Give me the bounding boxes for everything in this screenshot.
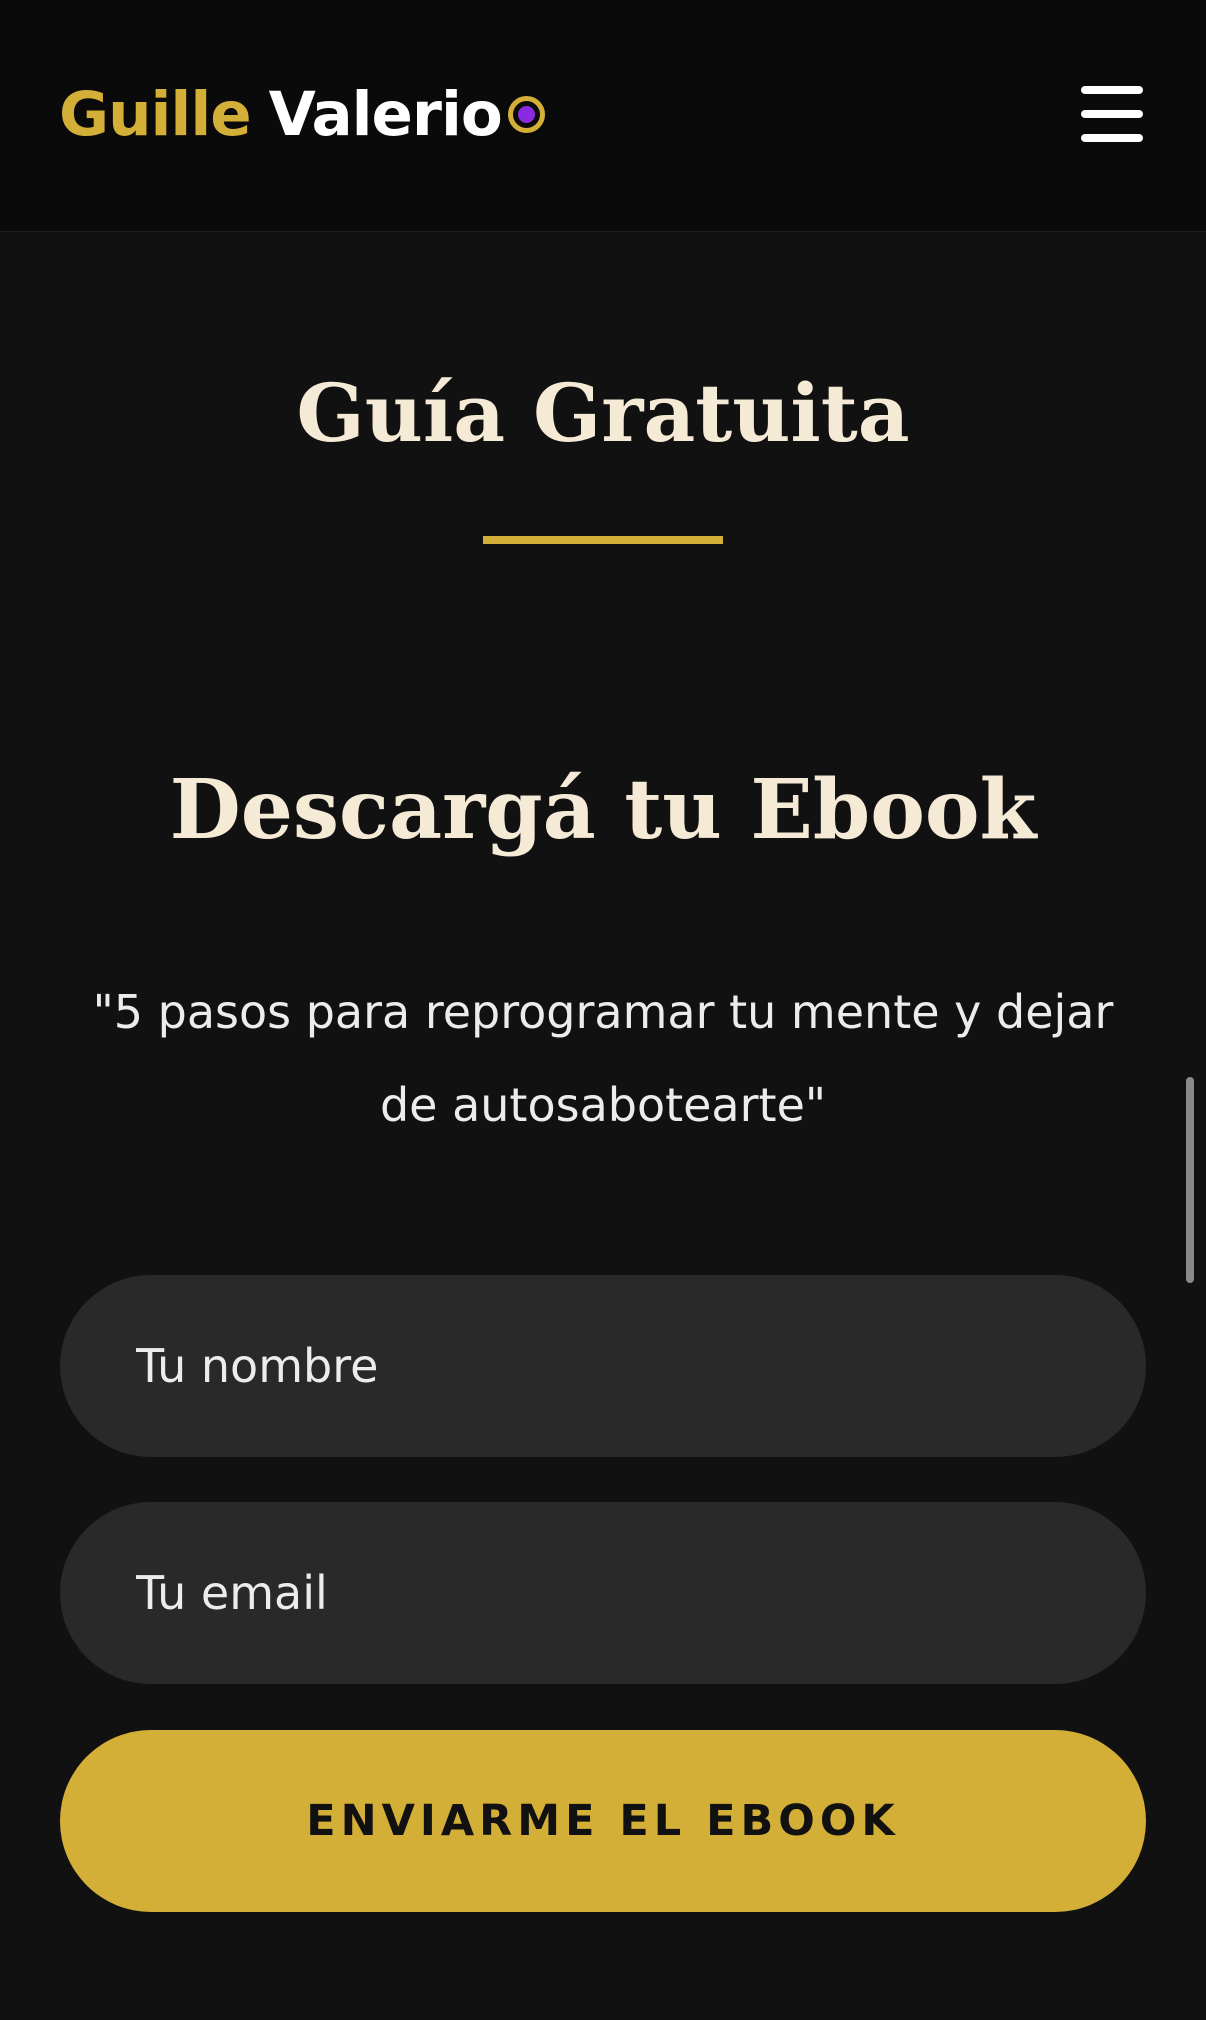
site-header: Guille Valerio [0, 0, 1206, 232]
circle-dot-icon [507, 95, 545, 133]
logo-last-name: Valerio [268, 78, 503, 150]
ebook-subtitle: "5 pasos para reprogramar tu mente y dej… [92, 985, 1114, 1132]
menu-bar-middle [1081, 110, 1143, 118]
site-logo[interactable]: Guille Valerio [59, 72, 545, 156]
page: Guille Valerio Guía Gratuita Descargá tu… [0, 0, 1206, 2020]
name-field[interactable] [60, 1275, 1146, 1457]
page-scrollbar[interactable] [1186, 1077, 1194, 1283]
menu-bar-bottom [1081, 134, 1143, 142]
logo-first-name: Guille [59, 78, 252, 150]
email-field[interactable] [60, 1502, 1146, 1684]
hamburger-menu-icon[interactable] [1078, 86, 1146, 142]
send-ebook-button[interactable]: ENVIARME EL EBOOK [60, 1730, 1146, 1912]
section-label: Guía Gratuita [296, 366, 910, 460]
menu-bar-top [1081, 86, 1143, 94]
page-title: Descargá tu Ebook [169, 762, 1037, 858]
section-divider [483, 536, 723, 544]
